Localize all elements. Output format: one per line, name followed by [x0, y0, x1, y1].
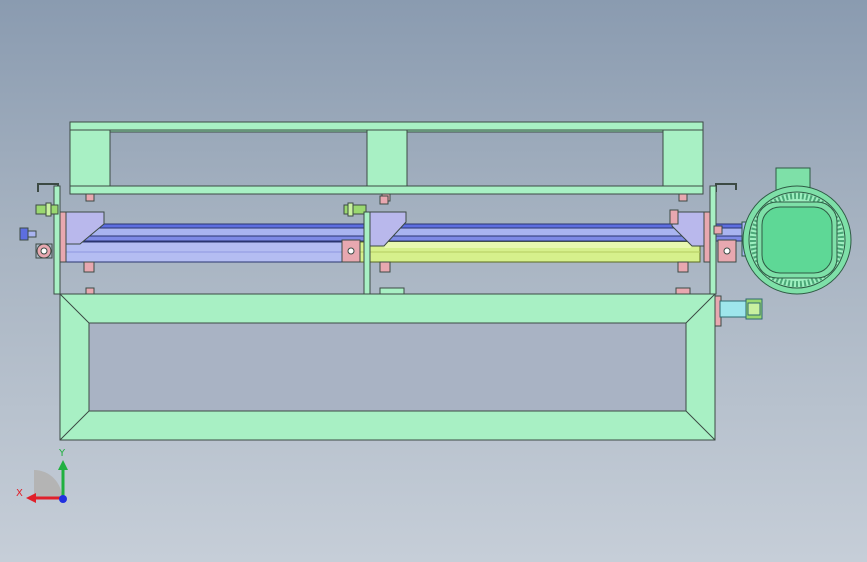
z-axis-dot	[59, 495, 67, 503]
lower-roller-left[interactable]	[59, 241, 357, 263]
x-axis-label: X	[16, 488, 23, 499]
motor-shaft[interactable]	[719, 298, 763, 320]
motor[interactable]	[741, 167, 852, 295]
y-axis-label: Y	[58, 448, 66, 459]
lower-roller-right[interactable]	[359, 241, 701, 263]
axis-triad: Y X	[16, 448, 68, 503]
cad-model-viewport[interactable]: Y X	[0, 0, 867, 562]
bottom-frame[interactable]	[59, 293, 722, 441]
top-frame[interactable]	[69, 121, 704, 195]
